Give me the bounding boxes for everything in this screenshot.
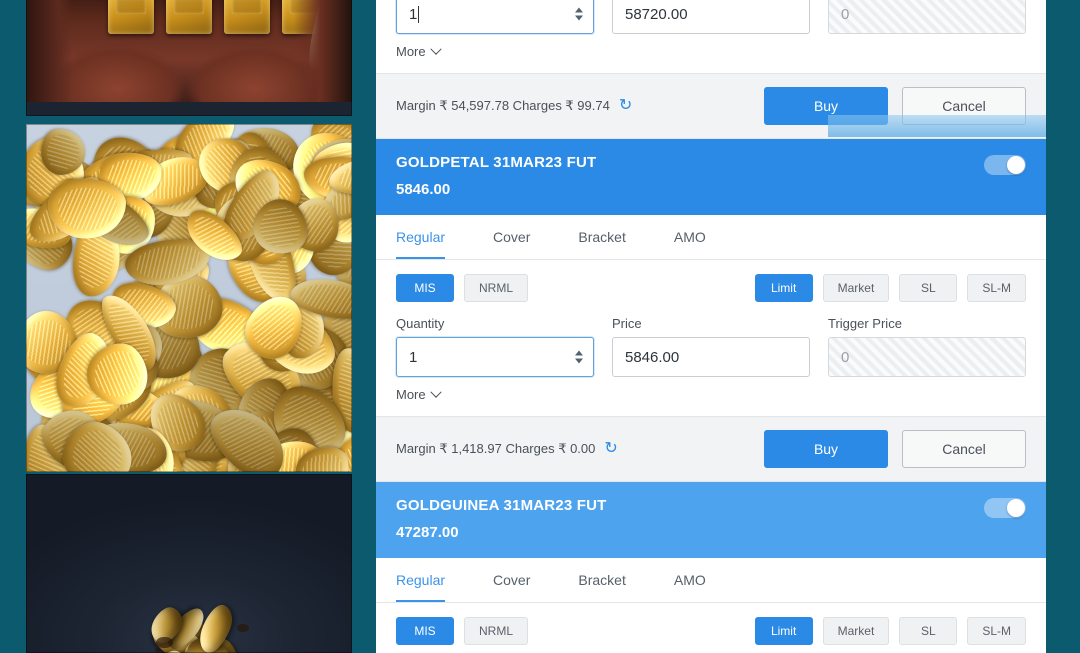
media-column (26, 0, 352, 653)
ordertype-sl-1[interactable]: SL (899, 274, 958, 302)
order-header-1: GOLDPETAL 31MAR23 FUT 5846.00 (376, 139, 1046, 215)
trigger-price-field-1: Trigger Price 0 (828, 316, 1026, 377)
cancel-button-1[interactable]: Cancel (902, 430, 1026, 468)
order-footer-1: Margin ₹ 1,418.97 Charges ₹ 0.00 ↻ Buy C… (376, 416, 1046, 482)
order-card-2: GOLDGUINEA 31MAR23 FUT 47287.00 Regular … (376, 482, 1046, 645)
order-option-row-2: MIS NRML Limit Market SL SL-M (376, 603, 1046, 645)
quantity-label-1: Quantity (396, 316, 445, 331)
order-panel: Quantity 1 Price 58720.00 Trigger Price (376, 0, 1046, 653)
ordertype-market-2[interactable]: Market (822, 617, 890, 645)
refresh-icon[interactable]: ↻ (619, 98, 632, 114)
margin-text-1: Margin ₹ 1,418.97 Charges ₹ 0.00 (396, 441, 596, 456)
trigger-price-value-1: 0 (841, 348, 850, 366)
ordertype-limit-2[interactable]: Limit (754, 617, 813, 645)
gold-bars-photo (26, 0, 352, 116)
quantity-stepper-1[interactable] (575, 350, 583, 364)
quantity-input-0[interactable]: 1 (396, 0, 594, 34)
more-toggle-0[interactable]: More (376, 34, 1046, 73)
trigger-price-input-1: 0 (828, 337, 1026, 377)
instrument-symbol-1: GOLDPETAL 31MAR23 FUT (396, 154, 597, 171)
ordertype-slm-1[interactable]: SL-M (967, 274, 1026, 302)
quantity-field-0: Quantity 1 (396, 0, 594, 34)
quantity-field-1: Quantity 1 (396, 316, 594, 377)
ordertype-slm-2[interactable]: SL-M (967, 617, 1026, 645)
price-input-0[interactable]: 58720.00 (612, 0, 810, 34)
order-card-1: GOLDPETAL 31MAR23 FUT 5846.00 Regular Co… (376, 139, 1046, 482)
order-fields-0: Quantity 1 Price 58720.00 Trigger Price (376, 0, 1046, 34)
quantity-input-1[interactable]: 1 (396, 337, 594, 377)
chevron-down-icon (429, 386, 442, 398)
gold-nugget-photo (26, 474, 352, 653)
more-toggle-1[interactable]: More (376, 377, 1046, 416)
trigger-price-value-0: 0 (841, 5, 850, 23)
buy-button-1[interactable]: Buy (764, 430, 888, 468)
tab-cover-1[interactable]: Cover (493, 215, 530, 259)
tab-amo-1[interactable]: AMO (674, 215, 706, 259)
trigger-price-input-0: 0 (828, 0, 1026, 34)
price-field-1: Price 5846.00 (612, 316, 810, 377)
trigger-price-label-1: Trigger Price (828, 316, 902, 331)
product-mis-2[interactable]: MIS (396, 617, 454, 645)
price-value-0: 58720.00 (625, 5, 688, 23)
refresh-icon[interactable]: ↻ (604, 441, 617, 457)
ordertype-sl-2[interactable]: SL (899, 617, 958, 645)
product-nrml-1[interactable]: NRML (464, 274, 529, 302)
ordertype-market-1[interactable]: Market (822, 274, 890, 302)
buy-sell-toggle-2[interactable] (984, 498, 1026, 518)
price-value-1: 5846.00 (625, 348, 680, 366)
price-input-1[interactable]: 5846.00 (612, 337, 810, 377)
ordertype-limit-1[interactable]: Limit (754, 274, 813, 302)
tab-bracket-1[interactable]: Bracket (578, 215, 625, 259)
margin-text-0: Margin ₹ 54,597.78 Charges ₹ 99.74 (396, 98, 610, 113)
text-caret (418, 5, 420, 23)
order-option-row-1: MIS NRML Limit Market SL SL-M (376, 260, 1046, 302)
instrument-symbol-2: GOLDGUINEA 31MAR23 FUT (396, 497, 607, 514)
instrument-ltp-1: 5846.00 (396, 181, 451, 198)
overlay-artifact (828, 115, 1046, 137)
quantity-value-1: 1 (409, 348, 418, 366)
tab-regular-1[interactable]: Regular (396, 215, 446, 259)
order-tabs-1: Regular Cover Bracket AMO (376, 215, 1046, 260)
tab-regular-2[interactable]: Regular (396, 558, 446, 602)
price-field-0: Price 58720.00 (612, 0, 810, 34)
quantity-value-0: 1 (409, 5, 418, 23)
more-label-0: More (396, 44, 426, 59)
tab-amo-2[interactable]: AMO (674, 558, 706, 602)
trigger-price-field-0: Trigger Price 0 (828, 0, 1026, 34)
chevron-down-icon (429, 43, 442, 55)
more-label-1: More (396, 387, 426, 402)
product-mis-1[interactable]: MIS (396, 274, 454, 302)
quantity-stepper-0[interactable] (575, 7, 583, 21)
buy-sell-toggle-1[interactable] (984, 155, 1026, 175)
order-header-2: GOLDGUINEA 31MAR23 FUT 47287.00 (376, 482, 1046, 558)
order-tabs-2: Regular Cover Bracket AMO (376, 558, 1046, 603)
screen-root: Quantity 1 Price 58720.00 Trigger Price (0, 0, 1080, 653)
instrument-ltp-2: 47287.00 (396, 524, 459, 541)
gold-petals-photo (26, 124, 352, 472)
tab-bracket-2[interactable]: Bracket (578, 558, 625, 602)
tab-cover-2[interactable]: Cover (493, 558, 530, 602)
price-label-1: Price (612, 316, 642, 331)
product-nrml-2[interactable]: NRML (464, 617, 529, 645)
order-fields-1: Quantity 1 Price 5846.00 Trigger Price 0 (376, 302, 1046, 377)
